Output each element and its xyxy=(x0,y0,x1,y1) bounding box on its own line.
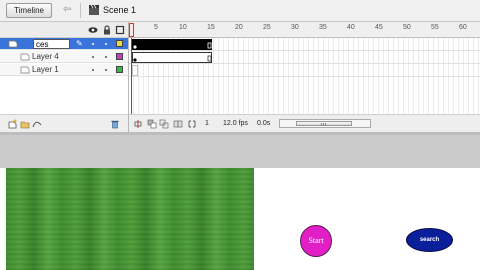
scrollbar-thumb[interactable] xyxy=(296,121,352,126)
playhead-line xyxy=(131,38,132,114)
ruler-number: 10 xyxy=(179,24,187,31)
grass-texture xyxy=(6,168,254,270)
new-layer-icon[interactable] xyxy=(8,119,18,129)
lock-icon[interactable] xyxy=(102,25,112,35)
toolbar-divider xyxy=(80,3,81,18)
row-divider xyxy=(129,50,480,51)
new-folder-icon[interactable] xyxy=(20,119,30,129)
visibility-dot[interactable] xyxy=(92,56,94,58)
search-button[interactable]: search xyxy=(406,228,453,252)
timeline-horizontal-scrollbar[interactable] xyxy=(279,119,371,128)
ruler-number: 45 xyxy=(375,24,383,31)
stage-canvas[interactable]: Start search xyxy=(6,168,480,270)
lock-dot[interactable] xyxy=(105,69,107,71)
timeline-toggle-button[interactable]: Timeline xyxy=(6,3,52,18)
ruler-number: 30 xyxy=(291,24,299,31)
grass-field-image[interactable] xyxy=(6,168,254,270)
playhead-handle[interactable] xyxy=(129,23,134,37)
ruler-number: 40 xyxy=(347,24,355,31)
frame-rate-readout[interactable]: 12.0 fps xyxy=(223,119,248,129)
clapper-icon xyxy=(89,4,99,15)
layer-panel-toolbar xyxy=(0,114,128,132)
back-arrow-icon[interactable]: ⇦ xyxy=(63,4,71,16)
ruler-number: 25 xyxy=(263,24,271,31)
onion-skin-outlines-icon[interactable] xyxy=(159,119,169,129)
pencil-icon: ✎ xyxy=(76,39,83,48)
frame-grid[interactable] xyxy=(129,38,480,114)
layer-icon xyxy=(8,40,18,48)
pasteboard-area xyxy=(0,135,480,168)
lock-dot[interactable] xyxy=(105,56,107,58)
elapsed-time-readout: 0.0s xyxy=(257,120,271,127)
layer-name: Layer 4 xyxy=(32,52,59,61)
visibility-dot[interactable] xyxy=(92,69,94,71)
row-divider xyxy=(129,76,480,77)
scene-name[interactable]: Scene 1 xyxy=(103,4,136,16)
timeline-status-bar: 1 12.0 fps 0.0s xyxy=(129,114,480,132)
ruler-number: 35 xyxy=(319,24,327,31)
outline-color-swatch[interactable] xyxy=(116,66,123,73)
outline-color-swatch[interactable] xyxy=(116,40,123,47)
edit-bar: Timeline ⇦ Scene 1 xyxy=(0,0,480,22)
row-divider xyxy=(129,63,480,64)
layer-row-layer-4[interactable]: Layer 4 xyxy=(0,51,128,63)
onion-skin-icon[interactable] xyxy=(147,119,157,129)
outline-color-swatch[interactable] xyxy=(116,53,123,60)
ruler-number: 55 xyxy=(431,24,439,31)
keyframe-span-ces[interactable] xyxy=(132,39,212,50)
flash-editor-window: Timeline ⇦ Scene 1 ces ✎ Layer 4 Layer 1… xyxy=(0,0,480,270)
layer-panel-header xyxy=(0,22,128,38)
layer-panel: ✎ Layer 4 Layer 1 xyxy=(0,22,128,132)
ruler-number: 50 xyxy=(403,24,411,31)
modify-onion-markers-icon[interactable] xyxy=(187,119,197,129)
visibility-dot[interactable] xyxy=(92,43,94,45)
motion-guide-icon[interactable] xyxy=(32,119,42,129)
layer-row-layer-1[interactable]: Layer 1 xyxy=(0,64,128,76)
current-frame-readout: 1 xyxy=(205,120,209,127)
layer-row-ces[interactable]: ✎ xyxy=(0,38,128,50)
outline-icon[interactable] xyxy=(115,25,125,35)
keyframe-span-layer-4[interactable] xyxy=(132,52,212,63)
frame-ruler[interactable]: 5 10 15 20 25 30 35 40 45 50 55 60 xyxy=(129,22,480,38)
eye-icon[interactable] xyxy=(88,25,98,35)
trash-icon[interactable] xyxy=(110,119,120,129)
ruler-number: 60 xyxy=(459,24,467,31)
start-button[interactable]: Start xyxy=(300,225,332,257)
layer-name: Layer 1 xyxy=(32,65,59,74)
keyframe-layer-1[interactable] xyxy=(132,65,142,76)
layer-icon xyxy=(20,53,30,61)
timeline-frames[interactable]: 5 10 15 20 25 30 35 40 45 50 55 60 1 12.… xyxy=(128,22,480,132)
ruler-number: 15 xyxy=(207,24,215,31)
layer-icon xyxy=(20,66,30,74)
lock-dot[interactable] xyxy=(105,43,107,45)
edit-multiple-frames-icon[interactable] xyxy=(173,119,183,129)
ruler-number: 20 xyxy=(235,24,243,31)
layer-name-field[interactable] xyxy=(33,39,70,49)
center-frame-icon[interactable] xyxy=(133,119,143,129)
ruler-number: 5 xyxy=(154,24,158,31)
